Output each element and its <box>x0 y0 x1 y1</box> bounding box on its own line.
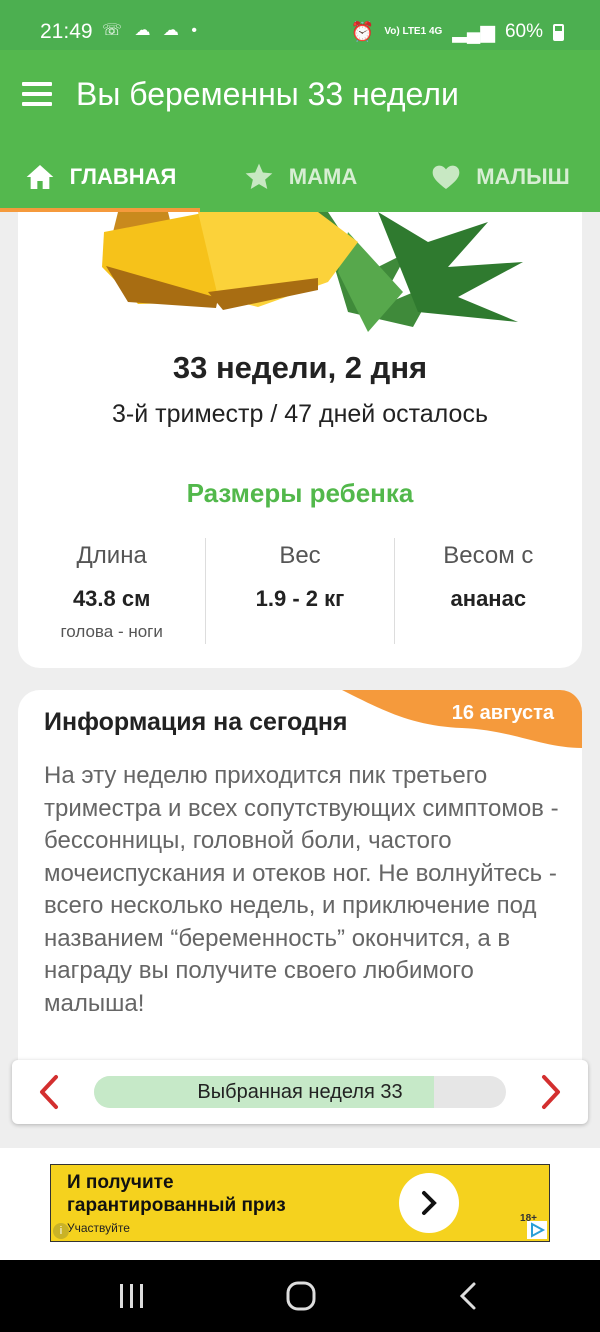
ad-subtext: Участвуйте <box>67 1221 130 1235</box>
home-icon <box>26 165 53 189</box>
size-comparison: Весом с ананас <box>393 538 582 644</box>
length-note: голова - ноги <box>60 622 163 641</box>
week-summary-card: 33 недели, 2 дня 3-й триместр / 47 дней … <box>18 212 582 668</box>
week-title: 33 недели, 2 дня <box>172 350 428 385</box>
tab-mom[interactable]: МАМА <box>200 142 400 212</box>
status-bar: 21:49 ☏ ☁ ☁ • ⏰ Vo) LTE1 4G ▂▄▆ 60% <box>0 0 600 50</box>
tab-home-label: ГЛАВНАЯ <box>69 164 177 189</box>
length-value: 43.8 см <box>72 586 151 611</box>
alarm-icon: ⏰ <box>350 22 375 43</box>
tab-mom-label: МАМА <box>288 164 358 189</box>
baby-sizes-title: Размеры ребенка <box>186 478 414 508</box>
pineapple-image <box>102 212 523 332</box>
tab-baby[interactable]: МАЛЫШ <box>400 142 600 212</box>
tab-home[interactable]: ГЛАВНАЯ <box>0 142 200 212</box>
menu-icon[interactable] <box>22 82 52 106</box>
size-length: Длина 43.8 см голова - ноги <box>18 538 205 644</box>
week-progress[interactable]: Выбранная неделя 33 <box>94 1076 506 1108</box>
page-title: Вы беременны 33 недели <box>76 76 459 112</box>
ad-headline: И получите гарантированный приз <box>67 1171 286 1217</box>
tab-baby-label: МАЛЫШ <box>476 164 570 189</box>
size-weight: Вес 1.9 - 2 кг <box>205 538 393 644</box>
ad-area: И получите гарантированный приз Участвуй… <box>0 1148 600 1260</box>
home-button-icon[interactable] <box>280 1280 320 1312</box>
tab-bar: ГЛАВНАЯ МАМА МАЛЫШ <box>0 142 600 212</box>
weight-value: 1.9 - 2 кг <box>255 586 345 611</box>
notification-icons: ☏ ☁ ☁ • <box>102 22 201 39</box>
next-week-button[interactable] <box>536 1074 566 1110</box>
weight-label: Вес <box>279 542 321 569</box>
info-text: На эту неделю приходится пик третьего тр… <box>44 762 559 1017</box>
ad-go-button[interactable] <box>399 1173 459 1233</box>
ad-headline-line-2: гарантированный приз <box>67 1195 286 1216</box>
battery-icon <box>553 23 564 41</box>
week-selector: Выбранная неделя 33 <box>12 1060 588 1124</box>
ad-banner[interactable]: И получите гарантированный приз Участвуй… <box>50 1164 550 1242</box>
chevron-right-icon <box>422 1191 437 1215</box>
selected-week-label: Выбранная неделя 33 <box>197 1081 403 1103</box>
system-nav-bar <box>0 1260 600 1332</box>
ad-headline-line-1: И получите <box>67 1172 174 1193</box>
info-title: Информация на сегодня <box>44 708 348 736</box>
comparison-label: Весом с <box>443 542 534 569</box>
battery-percent: 60% <box>504 21 543 42</box>
ad-choices-icon[interactable] <box>527 1221 547 1239</box>
status-right: ⏰ Vo) LTE1 4G ▂▄▆ 60% <box>351 20 564 44</box>
trimester-info: 3-й триместр / 47 дней осталось <box>112 400 488 428</box>
status-time: 21:49 <box>40 20 93 43</box>
comparison-value: ананас <box>450 586 527 611</box>
baby-sizes: Длина 43.8 см голова - ноги Вес 1.9 - 2 … <box>18 538 582 644</box>
star-icon <box>245 163 273 189</box>
today-info-card: 16 августа Информация на сегодня На эту … <box>18 690 582 1070</box>
back-icon[interactable] <box>450 1280 490 1312</box>
heart-icon <box>432 165 460 189</box>
previous-week-button[interactable] <box>34 1074 64 1110</box>
recent-apps-icon[interactable] <box>112 1280 152 1312</box>
signal-icon: ▂▄▆ <box>452 21 495 43</box>
network-indicator: Vo) LTE1 4G <box>384 26 443 37</box>
ad-info-icon[interactable]: i <box>53 1223 69 1239</box>
length-label: Длина <box>76 542 147 569</box>
app-bar: Вы беременны 33 недели <box>0 50 600 142</box>
date-badge: 16 августа <box>451 702 554 724</box>
